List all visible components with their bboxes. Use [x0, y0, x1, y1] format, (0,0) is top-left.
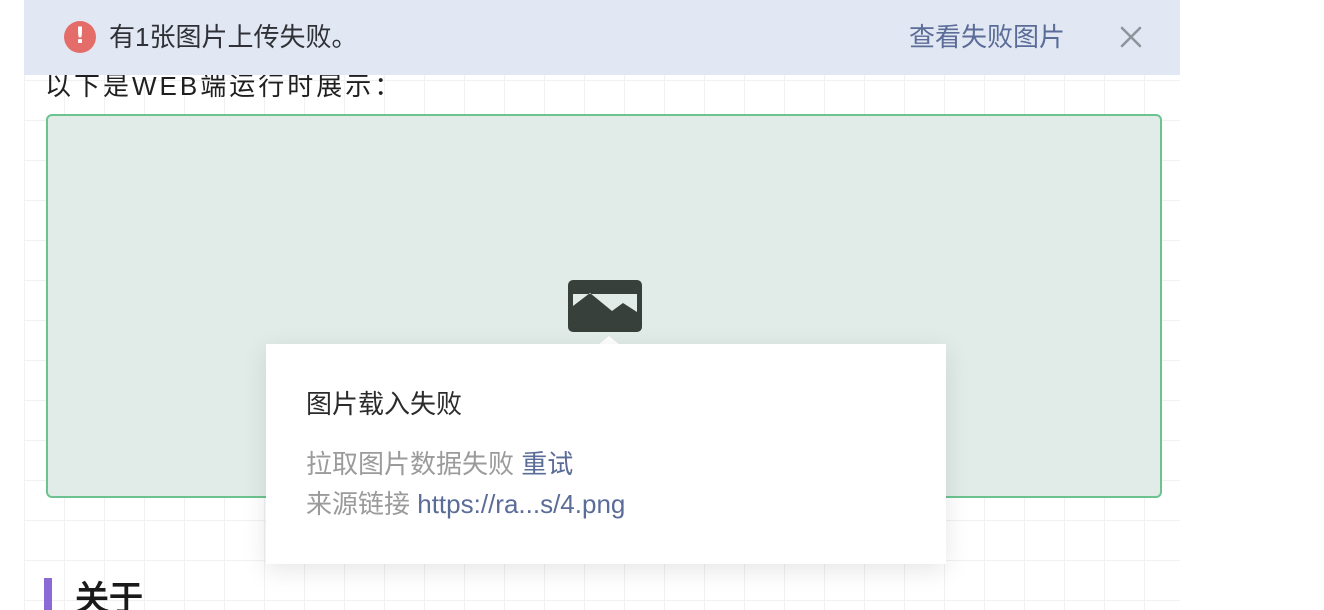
section-heading: 关于 [75, 580, 143, 610]
close-icon[interactable] [1118, 24, 1144, 50]
source-label: 来源链接 [306, 489, 411, 519]
view-failed-images-link[interactable]: 查看失败图片 [909, 19, 1065, 55]
banner-message: 有1张图片上传失败。 [109, 22, 358, 52]
upload-failed-banner: ! 有1张图片上传失败。 查看失败图片 [24, 0, 1180, 75]
heading-accent-bar [44, 578, 52, 610]
source-url-link[interactable]: https://ra...s/4.png [417, 489, 625, 519]
popover-title: 图片载入失败 [306, 389, 463, 419]
source-line: 来源链接 https://ra...s/4.png [306, 486, 625, 522]
retry-link[interactable]: 重试 [521, 449, 573, 479]
fetch-error-text: 拉取图片数据失败 [306, 449, 515, 479]
image-icon[interactable] [567, 279, 643, 333]
page: ! 有1张图片上传失败。 查看失败图片 以下是WEB端运行时展示： 图片载入失败… [0, 0, 1324, 610]
exclamation-circle-icon: ! [64, 21, 96, 53]
image-load-error-popover: 图片载入失败 拉取图片数据失败 重试 来源链接 https://ra...s/4… [266, 344, 946, 564]
fetch-error-line: 拉取图片数据失败 重试 [306, 446, 573, 482]
